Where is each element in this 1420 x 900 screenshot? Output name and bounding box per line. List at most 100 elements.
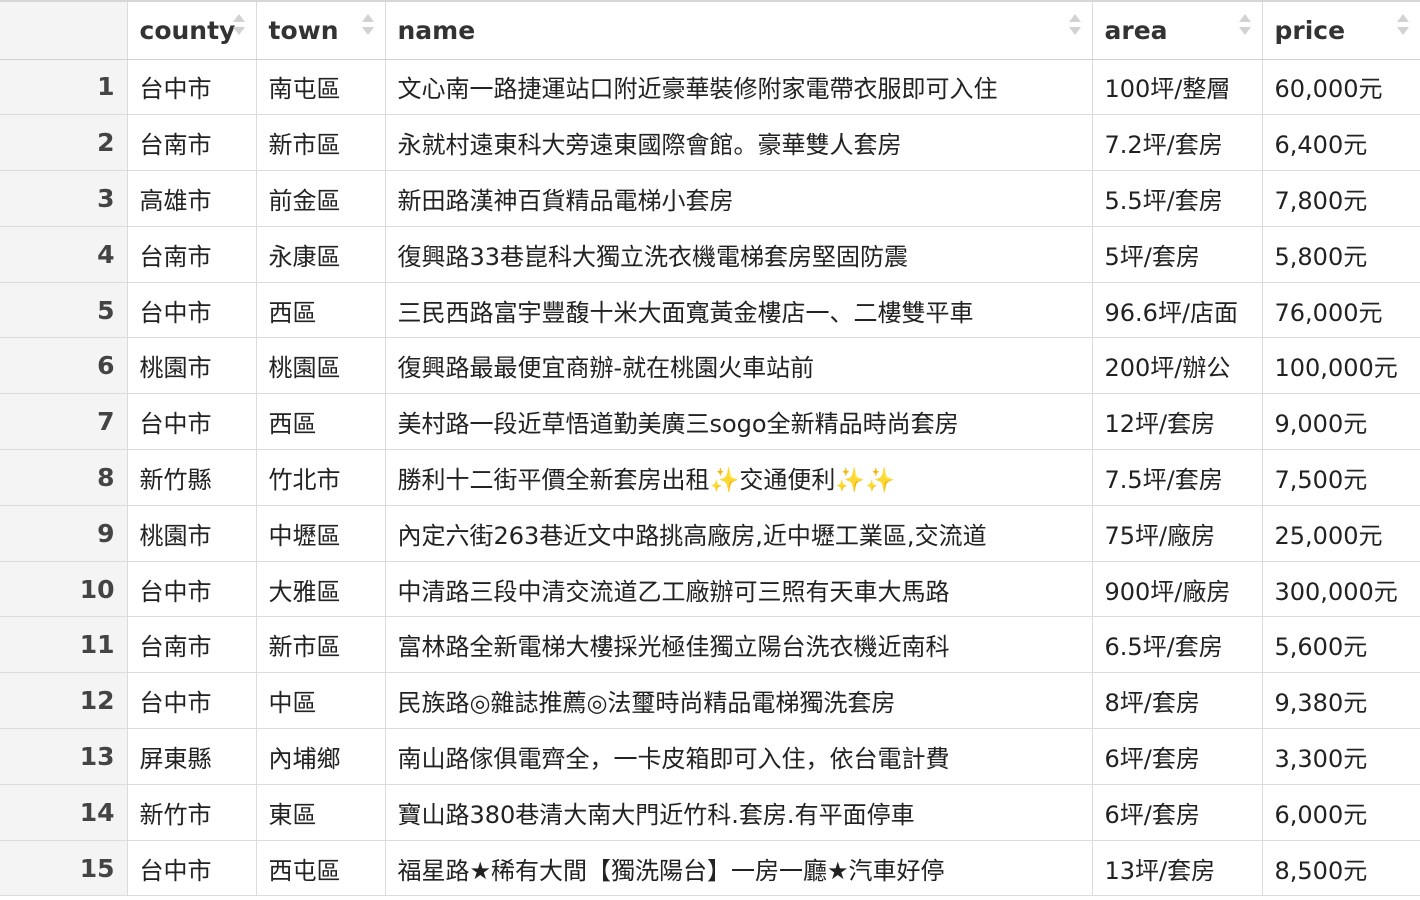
cell-name: 勝利十二街平價全新套房出租✨交通便利✨✨	[385, 449, 1093, 506]
row-index: 4	[0, 226, 128, 283]
cell-area: 8坪/套房	[1092, 672, 1263, 730]
cell-area: 5坪/套房	[1092, 226, 1263, 283]
cell-name: 民族路◎雜誌推薦◎法璽時尚精品電梯獨洗套房	[385, 672, 1093, 730]
cell-price: 100,000元	[1262, 337, 1420, 395]
column-header-county[interactable]: county	[127, 2, 257, 60]
cell-name: 永就村遠東科大旁遠東國際會館。豪華雙人套房	[385, 114, 1093, 172]
column-header-label: area	[1104, 15, 1168, 45]
column-header-town[interactable]: town	[256, 2, 386, 60]
cell-county: 屏東縣	[127, 728, 257, 785]
table-row[interactable]: 8 新竹縣 竹北市 勝利十二街平價全新套房出租✨交通便利✨✨ 7.5坪/套房 7,500元	[0, 449, 1420, 506]
table-row[interactable]: 7 台中市 西區 美村路一段近草悟道勤美廣三sogo全新精品時尚套房 12坪/套房 9,0…	[0, 393, 1420, 451]
table-row[interactable]: 10 台中市 大雅區 中清路三段中清交流道乙工廠辦可三照有天車大馬路 900坪/廠房 30…	[0, 561, 1420, 618]
column-header-label: name	[397, 15, 476, 45]
table-row[interactable]: 5 台中市 西區 三民西路富宇豐馥十米大面寬黃金樓店一、二樓雙平車 96.6坪/店面 76…	[0, 282, 1420, 339]
table-row[interactable]: 9 桃園市 中壢區 內定六街263巷近文中路挑高廠房,近中壢工業區,交流道 75坪/廠房…	[0, 505, 1420, 562]
cell-price: 6,400元	[1262, 114, 1420, 172]
row-index: 7	[0, 393, 128, 451]
cell-area: 900坪/廠房	[1092, 561, 1263, 618]
cell-area: 75坪/廠房	[1092, 505, 1263, 562]
cell-name: 文心南一路捷運站口附近豪華裝修附家電帶衣服即可入住	[385, 59, 1093, 116]
column-header-label: town	[268, 15, 339, 45]
cell-price: 5,600元	[1262, 616, 1420, 674]
table-row[interactable]: 13 屏東縣 內埔鄉 南山路傢俱電齊全，一卡皮箱即可入住，依台電計費 6坪/套房 3,30…	[0, 728, 1420, 785]
cell-county: 桃園市	[127, 337, 257, 395]
row-index: 9	[0, 505, 128, 562]
cell-town: 中壢區	[256, 505, 386, 562]
table-row[interactable]: 2 台南市 新市區 永就村遠東科大旁遠東國際會館。豪華雙人套房 7.2坪/套房 6,400…	[0, 114, 1420, 172]
cell-county: 台中市	[127, 393, 257, 451]
cell-price: 76,000元	[1262, 282, 1420, 339]
cell-county: 新竹縣	[127, 449, 257, 506]
cell-name: 福星路★稀有大間【獨洗陽台】一房一廳★汽車好停	[385, 840, 1093, 897]
cell-name: 復興路33巷崑科大獨立洗衣機電梯套房堅固防震	[385, 226, 1093, 283]
cell-town: 大雅區	[256, 561, 386, 618]
table-row[interactable]: 4 台南市 永康區 復興路33巷崑科大獨立洗衣機電梯套房堅固防震 5坪/套房 5,800元	[0, 226, 1420, 283]
cell-town: 桃園區	[256, 337, 386, 395]
cell-county: 台中市	[127, 59, 257, 116]
cell-area: 13坪/套房	[1092, 840, 1263, 897]
cell-area: 7.2坪/套房	[1092, 114, 1263, 172]
row-index: 5	[0, 282, 128, 339]
cell-county: 台中市	[127, 282, 257, 339]
cell-county: 桃園市	[127, 505, 257, 562]
column-header-area[interactable]: area	[1092, 2, 1263, 60]
row-index: 11	[0, 616, 128, 674]
row-index: 12	[0, 672, 128, 730]
sort-arrows-icon[interactable]	[1238, 14, 1252, 40]
cell-name: 寶山路380巷清大南大門近竹科.套房.有平面停車	[385, 784, 1093, 841]
cell-area: 7.5坪/套房	[1092, 449, 1263, 506]
cell-town: 西屯區	[256, 840, 386, 897]
cell-area: 6.5坪/套房	[1092, 616, 1263, 674]
data-table-viewer: county town name area price 1 台中市 南屯區 文心…	[0, 0, 1420, 900]
sort-arrows-icon[interactable]	[1396, 14, 1410, 40]
cell-county: 台南市	[127, 226, 257, 283]
cell-county: 台中市	[127, 672, 257, 730]
cell-price: 7,800元	[1262, 170, 1420, 227]
cell-county: 新竹市	[127, 784, 257, 841]
cell-county: 高雄市	[127, 170, 257, 227]
cell-name: 南山路傢俱電齊全，一卡皮箱即可入住，依台電計費	[385, 728, 1093, 785]
sort-arrows-icon[interactable]	[361, 14, 375, 40]
cell-name: 中清路三段中清交流道乙工廠辦可三照有天車大馬路	[385, 561, 1093, 618]
cell-town: 中區	[256, 672, 386, 730]
cell-price: 25,000元	[1262, 505, 1420, 562]
row-index: 1	[0, 59, 128, 116]
table-row[interactable]: 12 台中市 中區 民族路◎雜誌推薦◎法璽時尚精品電梯獨洗套房 8坪/套房 9,380元	[0, 672, 1420, 730]
cell-town: 西區	[256, 282, 386, 339]
column-header-label: price	[1274, 15, 1346, 45]
column-header-price[interactable]: price	[1262, 2, 1420, 60]
table-row[interactable]: 3 高雄市 前金區 新田路漢神百貨精品電梯小套房 5.5坪/套房 7,800元	[0, 170, 1420, 227]
row-index: 14	[0, 784, 128, 841]
cell-name: 內定六街263巷近文中路挑高廠房,近中壢工業區,交流道	[385, 505, 1093, 562]
cell-town: 前金區	[256, 170, 386, 227]
table-row[interactable]: 6 桃園市 桃園區 復興路最最便宜商辦-就在桃園火車站前 200坪/辦公 100,000元	[0, 337, 1420, 395]
cell-price: 5,800元	[1262, 226, 1420, 283]
cell-town: 新市區	[256, 616, 386, 674]
cell-price: 6,000元	[1262, 784, 1420, 841]
cell-town: 東區	[256, 784, 386, 841]
cell-name: 三民西路富宇豐馥十米大面寬黃金樓店一、二樓雙平車	[385, 282, 1093, 339]
cell-price: 60,000元	[1262, 59, 1420, 116]
table-row[interactable]: 11 台南市 新市區 富林路全新電梯大樓採光極佳獨立陽台洗衣機近南科 6.5坪/套房 5,…	[0, 616, 1420, 674]
column-header-name[interactable]: name	[385, 2, 1093, 60]
header-row: county town name area price	[0, 2, 1420, 60]
cell-county: 台南市	[127, 114, 257, 172]
table-row[interactable]: 1 台中市 南屯區 文心南一路捷運站口附近豪華裝修附家電帶衣服即可入住 100坪/整層 6…	[0, 59, 1420, 116]
cell-area: 12坪/套房	[1092, 393, 1263, 451]
sort-arrows-icon[interactable]	[1068, 14, 1082, 40]
cell-town: 內埔鄉	[256, 728, 386, 785]
cell-price: 8,500元	[1262, 840, 1420, 897]
row-index: 10	[0, 561, 128, 618]
row-index-header	[0, 2, 128, 60]
row-index: 13	[0, 728, 128, 785]
row-index: 3	[0, 170, 128, 227]
table-row[interactable]: 15 台中市 西屯區 福星路★稀有大間【獨洗陽台】一房一廳★汽車好停 13坪/套房 8,5…	[0, 840, 1420, 897]
cell-area: 6坪/套房	[1092, 728, 1263, 785]
table-row[interactable]: 14 新竹市 東區 寶山路380巷清大南大門近竹科.套房.有平面停車 6坪/套房 6,00…	[0, 784, 1420, 841]
row-index: 15	[0, 840, 128, 897]
sort-arrows-icon[interactable]	[232, 14, 246, 40]
cell-name: 美村路一段近草悟道勤美廣三sogo全新精品時尚套房	[385, 393, 1093, 451]
cell-county: 台南市	[127, 616, 257, 674]
cell-price: 3,300元	[1262, 728, 1420, 785]
